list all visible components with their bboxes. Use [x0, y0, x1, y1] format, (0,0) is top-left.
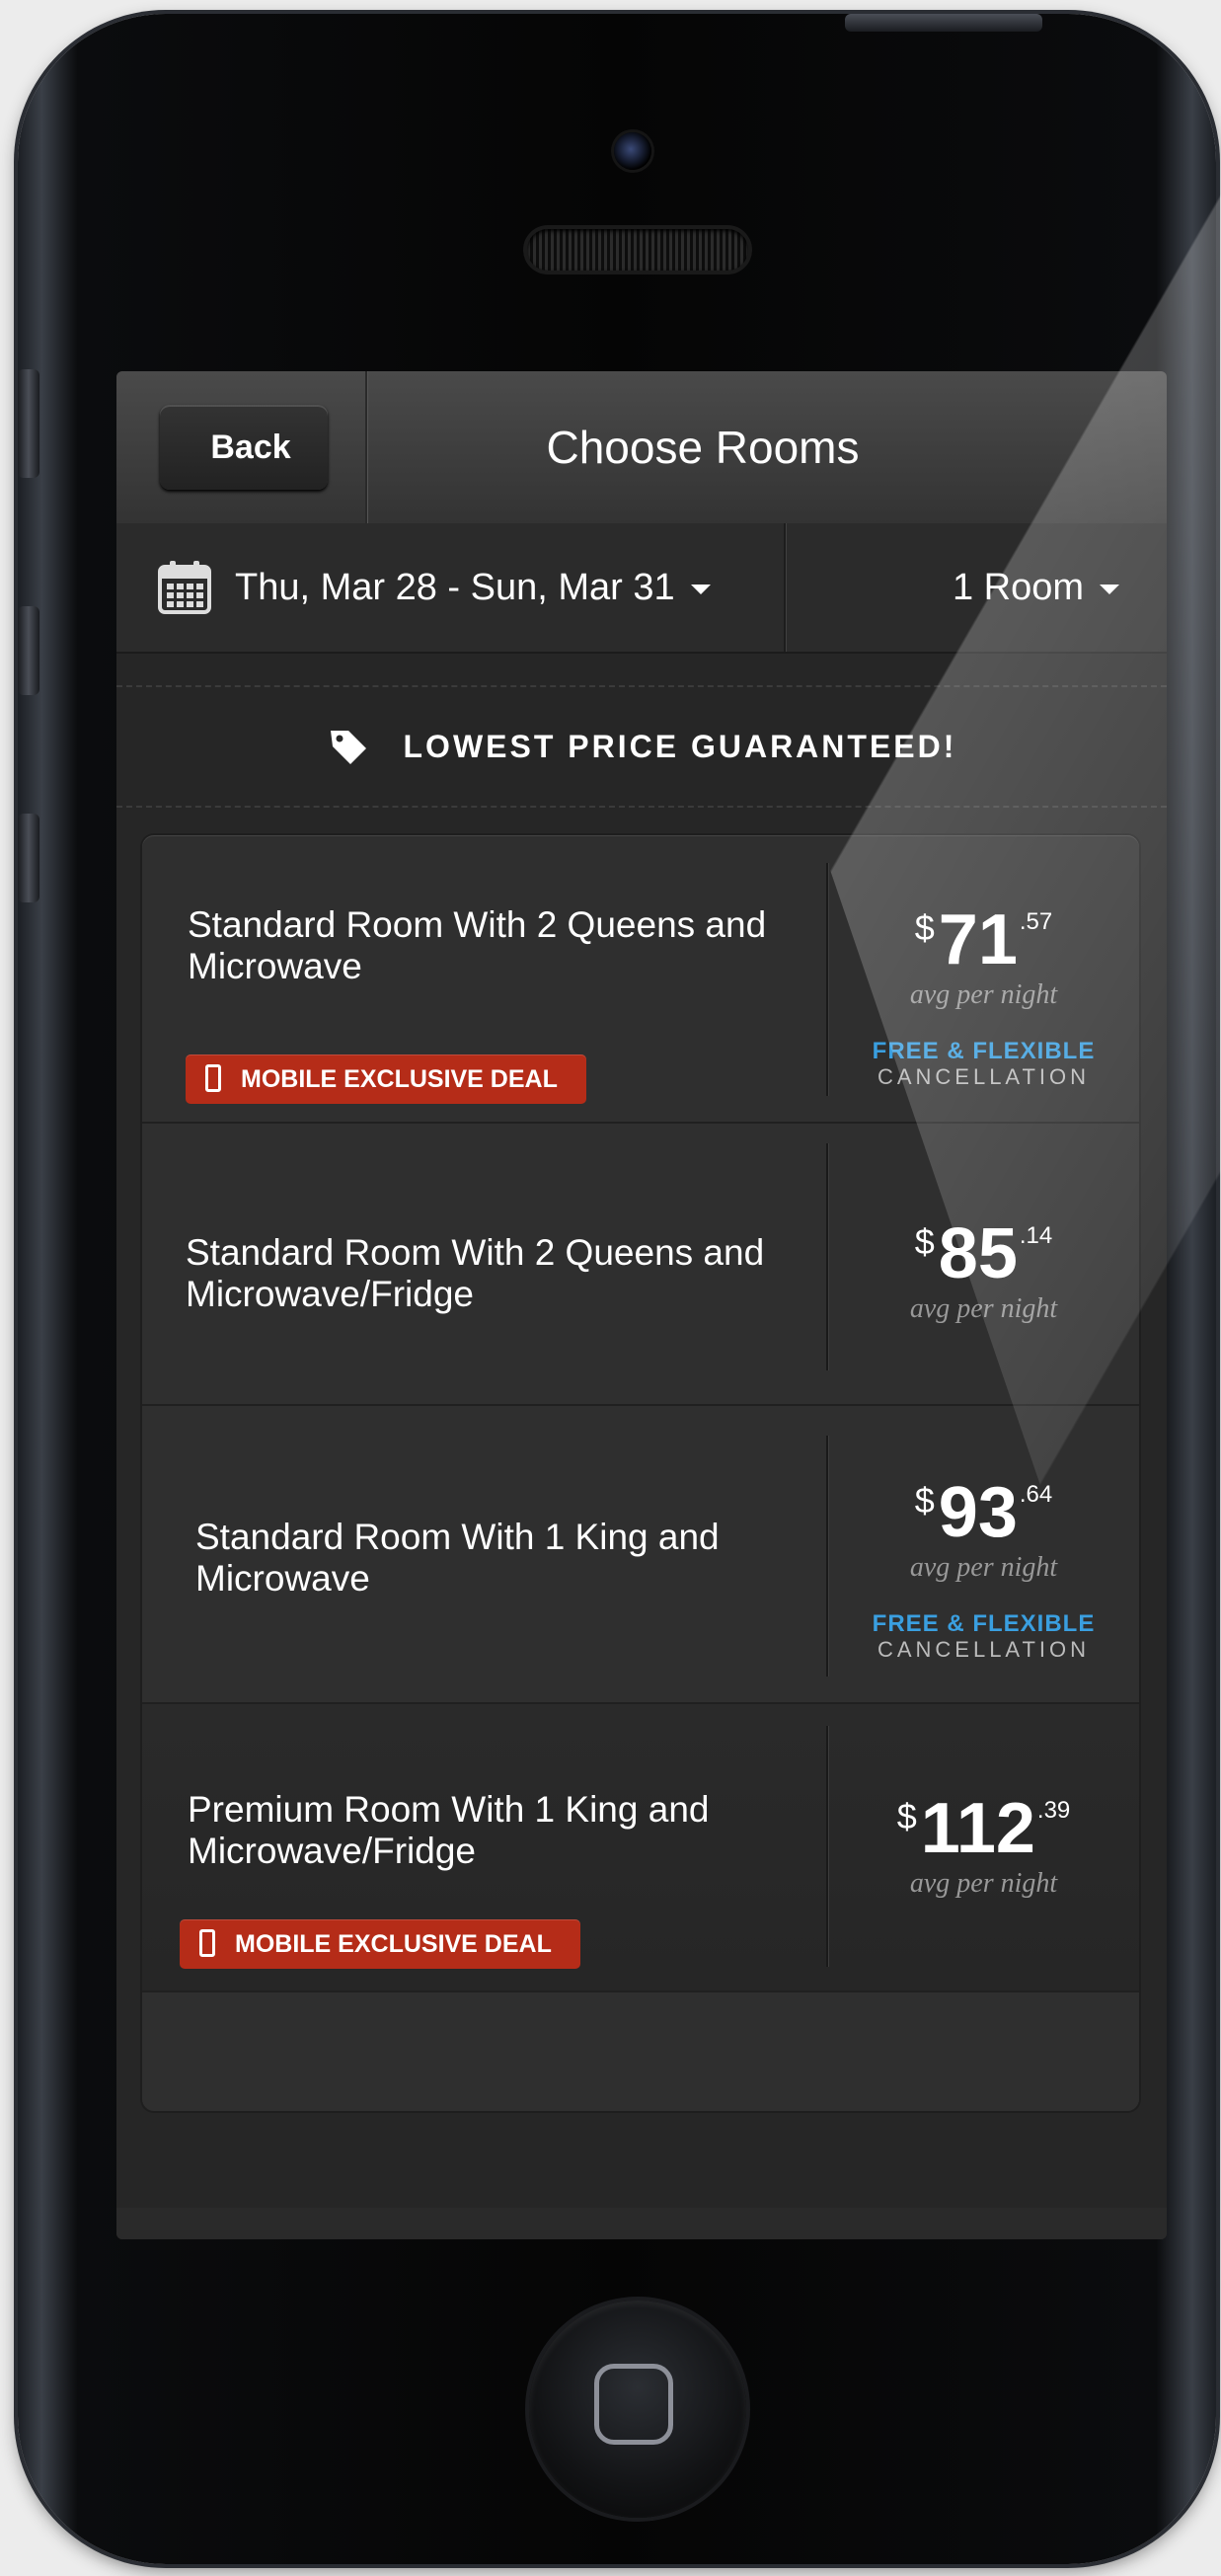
currency-symbol: $ — [914, 1221, 935, 1262]
volume-down-button — [18, 814, 39, 902]
price-block: $85.14 avg per night — [828, 1218, 1139, 1325]
back-button[interactable]: Back — [160, 405, 328, 490]
room-row[interactable]: Standard Room With 2 Queens and Microwav… — [142, 1124, 1139, 1406]
room-price: $85.14 — [828, 1218, 1139, 1289]
mute-switch — [18, 369, 39, 478]
volume-up-button — [18, 606, 39, 695]
price-guarantee-banner: LOWEST PRICE GUARANTEED! — [116, 685, 1167, 808]
home-button[interactable] — [529, 2301, 746, 2518]
avg-per-night-label: avg per night — [909, 1868, 1058, 1899]
room-row[interactable]: Standard Room With 1 King and Microwave … — [142, 1406, 1139, 1704]
avg-per-night-label: avg per night — [909, 979, 1058, 1010]
mobile-phone-icon — [199, 1929, 215, 1957]
price-block: $71.57 avg per night FREE & FLEXIBLE CAN… — [828, 904, 1139, 1090]
deal-label: MOBILE EXCLUSIVE DEAL — [235, 1930, 552, 1958]
price-whole: 93 — [938, 1473, 1018, 1552]
banner-text: LOWEST PRICE GUARANTEED! — [403, 729, 957, 764]
screen-bottom-edge — [116, 2208, 1167, 2239]
room-price: $93.64 — [828, 1477, 1139, 1548]
power-button — [845, 14, 1042, 32]
deal-label: MOBILE EXCLUSIVE DEAL — [241, 1065, 558, 1093]
currency-symbol: $ — [914, 907, 935, 948]
room-price: $71.57 — [828, 904, 1139, 976]
earpiece-speaker — [527, 229, 748, 271]
room-name: Standard Room With 1 King and Microwave — [195, 1517, 720, 1599]
price-tag-icon — [330, 730, 366, 764]
front-camera — [614, 132, 651, 170]
home-square-icon — [594, 2364, 673, 2445]
price-cents: .57 — [1019, 908, 1053, 935]
room-row[interactable]: Premium Room With 1 King and Microwave/F… — [142, 1704, 1139, 1992]
room-row[interactable]: Standard Room With 2 Queens and Microwav… — [142, 835, 1139, 1124]
price-cents: .14 — [1019, 1222, 1053, 1249]
date-range-selector[interactable]: Thu, Mar 28 - Sun, Mar 31 — [235, 523, 711, 652]
filter-bar: Thu, Mar 28 - Sun, Mar 31 1 Room — [116, 523, 1167, 654]
price-whole: 71 — [938, 900, 1018, 979]
cancellation-label: CANCELLATION — [877, 1637, 1091, 1662]
room-name: Standard Room With 2 Queens and Microwav… — [188, 904, 767, 986]
phone-frame: Back Choose Rooms Thu, Mar 28 - Sun, Mar… — [18, 14, 1216, 2564]
room-price: $112.39 — [828, 1793, 1139, 1864]
price-cents: .39 — [1036, 1797, 1071, 1824]
room-list: Standard Room With 2 Queens and Microwav… — [142, 835, 1139, 2111]
mobile-phone-icon — [205, 1064, 221, 1092]
currency-symbol: $ — [914, 1480, 935, 1521]
price-block: $93.64 avg per night FREE & FLEXIBLE CAN… — [828, 1477, 1139, 1663]
cancellation-label: CANCELLATION — [877, 1064, 1091, 1089]
free-flexible-label: FREE & FLEXIBLE — [872, 1610, 1096, 1637]
navigation-bar: Back Choose Rooms — [116, 371, 1167, 525]
room-name: Premium Room With 1 King and Microwave/F… — [188, 1789, 710, 1871]
price-cents: .64 — [1019, 1481, 1053, 1508]
price-block: $112.39 avg per night — [828, 1793, 1139, 1900]
caret-down-icon — [1100, 584, 1119, 594]
room-count-selector[interactable]: 1 Room — [786, 523, 1167, 652]
calendar-icon — [158, 561, 211, 614]
app-screen: Back Choose Rooms Thu, Mar 28 - Sun, Mar… — [116, 371, 1167, 2239]
currency-symbol: $ — [896, 1796, 917, 1836]
page-title: Choose Rooms — [546, 422, 860, 473]
price-whole: 112 — [920, 1789, 1035, 1868]
avg-per-night-label: avg per night — [909, 1552, 1058, 1583]
caret-down-icon — [690, 584, 711, 594]
room-name: Standard Room With 2 Queens and Microwav… — [186, 1232, 765, 1314]
free-flexible-label: FREE & FLEXIBLE — [872, 1038, 1096, 1064]
mobile-deal-badge: MOBILE EXCLUSIVE DEAL — [186, 1054, 586, 1104]
room-count-label: 1 Room — [952, 567, 1084, 608]
avg-per-night-label: avg per night — [909, 1293, 1058, 1324]
price-whole: 85 — [938, 1214, 1018, 1293]
mobile-deal-badge: MOBILE EXCLUSIVE DEAL — [180, 1919, 580, 1969]
date-range-label: Thu, Mar 28 - Sun, Mar 31 — [235, 567, 675, 608]
